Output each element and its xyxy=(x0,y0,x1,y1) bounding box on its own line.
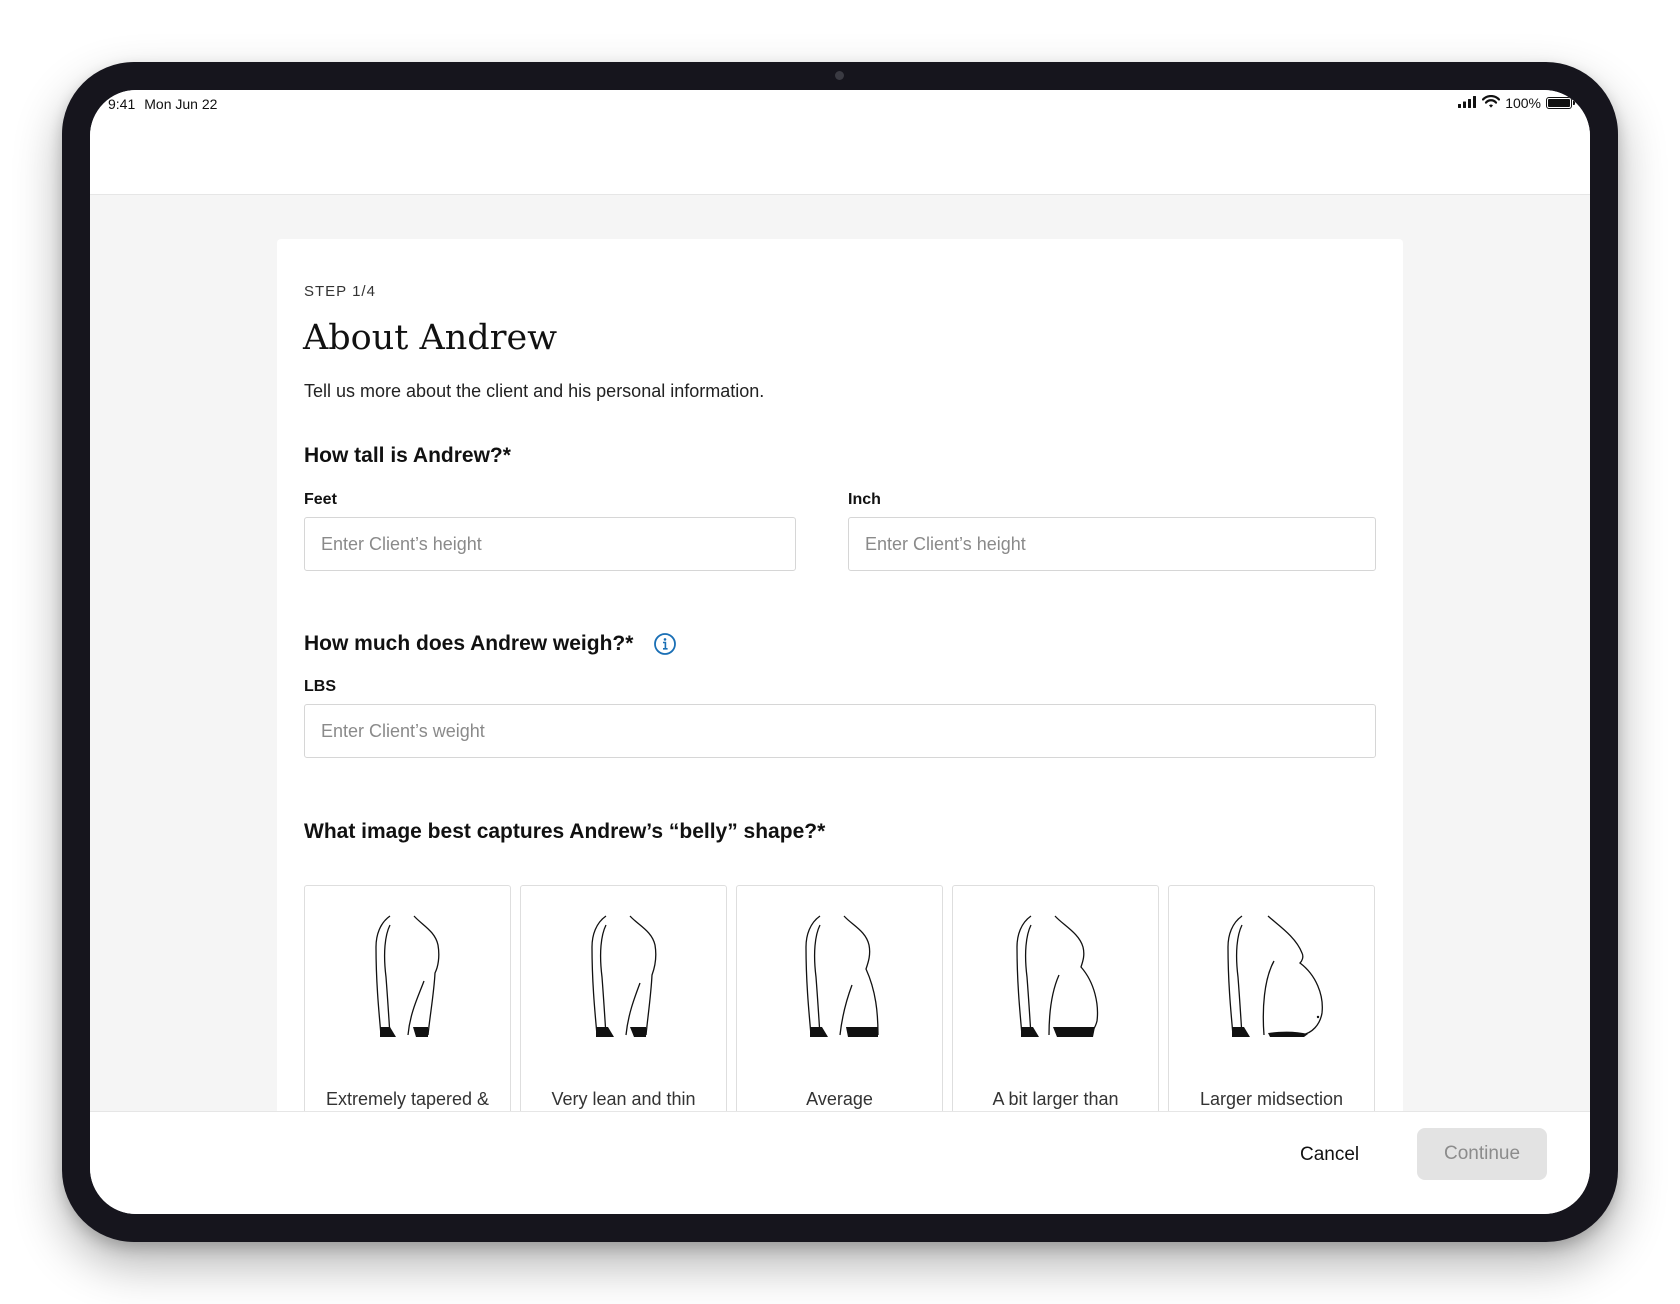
status-time: 9:41 Mon Jun 22 xyxy=(108,96,226,112)
height-question: How tall is Andrew?* xyxy=(304,444,511,468)
bottom-action-bar: Cancel Continue xyxy=(90,1111,1590,1214)
info-icon[interactable] xyxy=(653,632,677,656)
belly-question-text: What image best captures Andrew’s “belly… xyxy=(304,820,826,843)
status-clock: 9:41 xyxy=(108,96,136,112)
belly-figure-4-icon xyxy=(1015,915,1098,1037)
belly-option-label: Average xyxy=(806,1089,873,1109)
status-date: Mon Jun 22 xyxy=(144,96,218,112)
page-title: About Andrew xyxy=(303,318,558,358)
top-bar: 9:41 Mon Jun 22 100% xyxy=(90,90,1590,195)
battery-icon xyxy=(1546,97,1575,109)
inch-input[interactable] xyxy=(848,517,1376,571)
belly-figure-1-icon xyxy=(374,915,439,1037)
screen: 9:41 Mon Jun 22 100% STEP 1/4 About Andr… xyxy=(90,90,1590,1214)
form-card: STEP 1/4 About Andrew Tell us more about… xyxy=(277,239,1403,1145)
weight-question-text: How much does Andrew weigh?* xyxy=(304,632,634,655)
front-camera xyxy=(835,71,844,80)
belly-options: Extremely tapered & Very lean and thin A… xyxy=(304,885,1375,1145)
weight-input[interactable] xyxy=(304,704,1376,758)
feet-input[interactable] xyxy=(304,517,796,571)
belly-option-larger-midsection[interactable]: Larger midsection xyxy=(1168,885,1375,1145)
feet-label: Feet xyxy=(304,491,337,508)
belly-option-average[interactable]: Average xyxy=(736,885,943,1145)
page-subtitle: Tell us more about the client and his pe… xyxy=(304,381,765,401)
belly-figure-5-icon xyxy=(1226,915,1323,1037)
belly-option-bit-larger[interactable]: A bit larger than xyxy=(952,885,1159,1145)
cellular-signal-icon xyxy=(1457,95,1477,111)
status-indicators: 100% xyxy=(1452,95,1575,111)
continue-button[interactable]: Continue xyxy=(1417,1128,1547,1180)
height-question-text: How tall is Andrew?* xyxy=(304,444,511,467)
inch-label: Inch xyxy=(848,491,881,508)
weight-question: How much does Andrew weigh?* xyxy=(304,632,677,656)
belly-option-lean[interactable]: Very lean and thin xyxy=(520,885,727,1145)
belly-figure-3-icon xyxy=(804,915,879,1037)
battery-percent: 100% xyxy=(1505,95,1541,111)
belly-figure-2-icon xyxy=(590,915,656,1037)
cancel-button[interactable]: Cancel xyxy=(1300,1144,1359,1166)
lbs-label: LBS xyxy=(304,678,336,695)
step-indicator: STEP 1/4 xyxy=(304,283,376,300)
belly-question: What image best captures Andrew’s “belly… xyxy=(304,820,825,844)
wifi-icon xyxy=(1482,95,1501,111)
belly-option-label: A bit larger than xyxy=(992,1089,1119,1109)
belly-option-label: Larger midsection xyxy=(1199,1089,1344,1109)
belly-option-tapered[interactable]: Extremely tapered & xyxy=(304,885,511,1145)
belly-option-label: Extremely tapered & xyxy=(325,1089,490,1109)
tablet-frame: 9:41 Mon Jun 22 100% STEP 1/4 About Andr… xyxy=(62,62,1618,1242)
belly-option-label: Very lean and thin xyxy=(551,1089,696,1109)
